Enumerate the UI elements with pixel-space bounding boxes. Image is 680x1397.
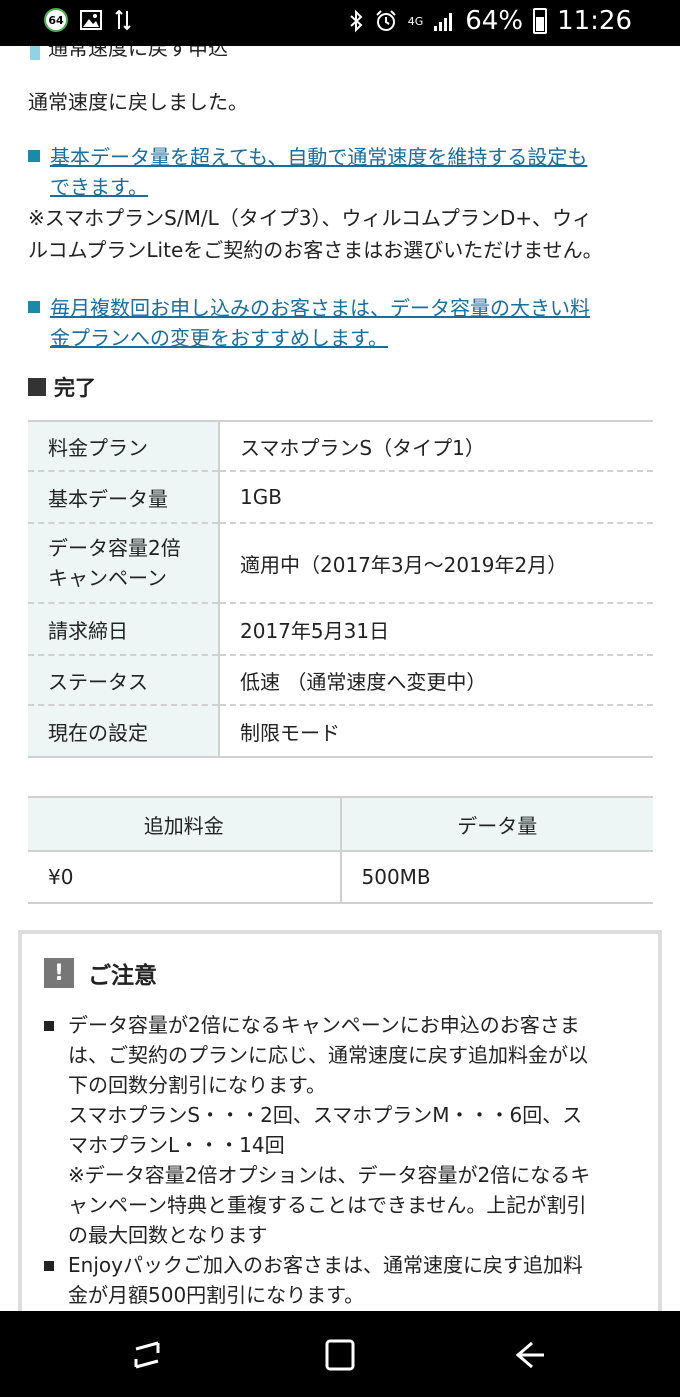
home-icon[interactable] <box>320 1335 360 1375</box>
table-row: ステータス 低速 （通常速度へ変更中） <box>28 655 653 706</box>
done-heading: 完了 <box>28 372 96 402</box>
row-value: 2017年5月31日 <box>219 603 653 656</box>
network-type: 4G <box>407 14 424 28</box>
image-icon <box>80 10 102 30</box>
navigation-bar <box>0 1311 680 1397</box>
row-key: ステータス <box>28 655 220 706</box>
signal-icon <box>434 13 453 31</box>
caution-list: データ容量が2倍になるキャンペーンにお申込のお客さま は、ご契約のプランに応じ、… <box>44 1010 634 1310</box>
auto-keep-speed-link-block: 基本データ量を超えても、自動で通常速度を維持する設定も できます。 <box>28 142 587 202</box>
data-amount-value: 500MB <box>339 851 653 904</box>
status-bar: 64 4G 64% 11:26 <box>0 0 680 46</box>
row-value: 1GB <box>219 471 653 524</box>
table-row: 請求締日 2017年5月31日 <box>28 603 653 656</box>
auto-keep-speed-link[interactable]: 基本データ量を超えても、自動で通常速度を維持する設定も <box>50 145 587 169</box>
battery-percent: 64% <box>465 6 524 36</box>
table-row: 料金プラン スマホプランS（タイプ1） <box>28 420 653 472</box>
bullet-square <box>28 301 40 313</box>
row-value: 適用中（2017年3月〜2019年2月） <box>219 523 653 604</box>
row-value: 制限モード <box>219 705 653 758</box>
page-content: 通常速度に戻す申込 通常速度に戻しました。 基本データ量を超えても、自動で通常速… <box>0 46 680 1311</box>
row-key: 基本データ量 <box>28 471 220 524</box>
caution-box: ! ご注意 データ容量が2倍になるキャンペーンにお申込のお客さま は、ご契約のプ… <box>18 930 662 1311</box>
back-icon[interactable] <box>510 1335 550 1375</box>
auto-keep-speed-link-cont[interactable]: できます。 <box>50 175 148 199</box>
row-key: 現在の設定 <box>28 705 220 758</box>
row-key: データ容量2倍 キャンペーン <box>28 523 220 604</box>
row-value: スマホプランS（タイプ1） <box>219 420 653 472</box>
caution-heading: ! ご注意 <box>44 956 157 990</box>
section-heading: 通常速度に戻す申込 <box>30 46 228 61</box>
row-key: 料金プラン <box>28 420 220 472</box>
table-row: データ容量2倍 キャンペーン 適用中（2017年3月〜2019年2月） <box>28 523 653 604</box>
plan-change-link[interactable]: 毎月複数回お申し込みのお客さまは、データ容量の大きい料 <box>50 296 590 320</box>
plan-change-link-block: 毎月複数回お申し込みのお客さまは、データ容量の大きい料 金プランへの変更をおすす… <box>28 293 590 353</box>
clock: 11:26 <box>557 6 632 36</box>
fee-header: 追加料金 <box>28 796 341 852</box>
auto-keep-speed-note: ※スマホプランS/M/L（タイプ3）、ウィルコムプランD+、ウィ ルコムプランL… <box>28 206 603 262</box>
fee-value: ¥0 <box>28 851 341 904</box>
status-info-table: 料金プラン スマホプランS（タイプ1） 基本データ量 1GB データ容量2倍 キ… <box>28 420 653 758</box>
exclamation-icon: ! <box>44 958 74 988</box>
caution-item: データ容量が2倍になるキャンペーンにお申込のお客さま は、ご契約のプランに応じ、… <box>44 1010 634 1250</box>
row-key: 請求締日 <box>28 603 220 656</box>
fee-header-row: 追加料金 データ量 <box>28 796 653 852</box>
table-row: 基本データ量 1GB <box>28 471 653 524</box>
table-row: 現在の設定 制限モード <box>28 705 653 758</box>
recent-apps-icon[interactable] <box>128 1335 168 1375</box>
bullet-square <box>28 150 40 162</box>
sync-icon <box>115 9 131 31</box>
notification-badge: 64 <box>44 8 68 32</box>
plan-change-link-cont[interactable]: 金プランへの変更をおすすめします。 <box>50 326 388 350</box>
alarm-icon <box>376 10 396 31</box>
row-value: 低速 （通常速度へ変更中） <box>219 655 653 706</box>
heading-marker <box>30 46 40 60</box>
caution-item: Enjoyパックご加入のお客さまは、通常速度に戻す追加料 金が月額500円割引に… <box>44 1250 634 1310</box>
data-amount-header: データ量 <box>339 796 653 852</box>
fee-row: ¥0 500MB <box>28 851 653 904</box>
battery-icon <box>533 8 548 34</box>
bluetooth-icon <box>350 9 363 33</box>
restored-message: 通常速度に戻しました。 <box>28 90 248 114</box>
fee-table: 追加料金 データ量 ¥0 500MB <box>28 796 653 904</box>
heading-block-icon <box>28 378 46 396</box>
